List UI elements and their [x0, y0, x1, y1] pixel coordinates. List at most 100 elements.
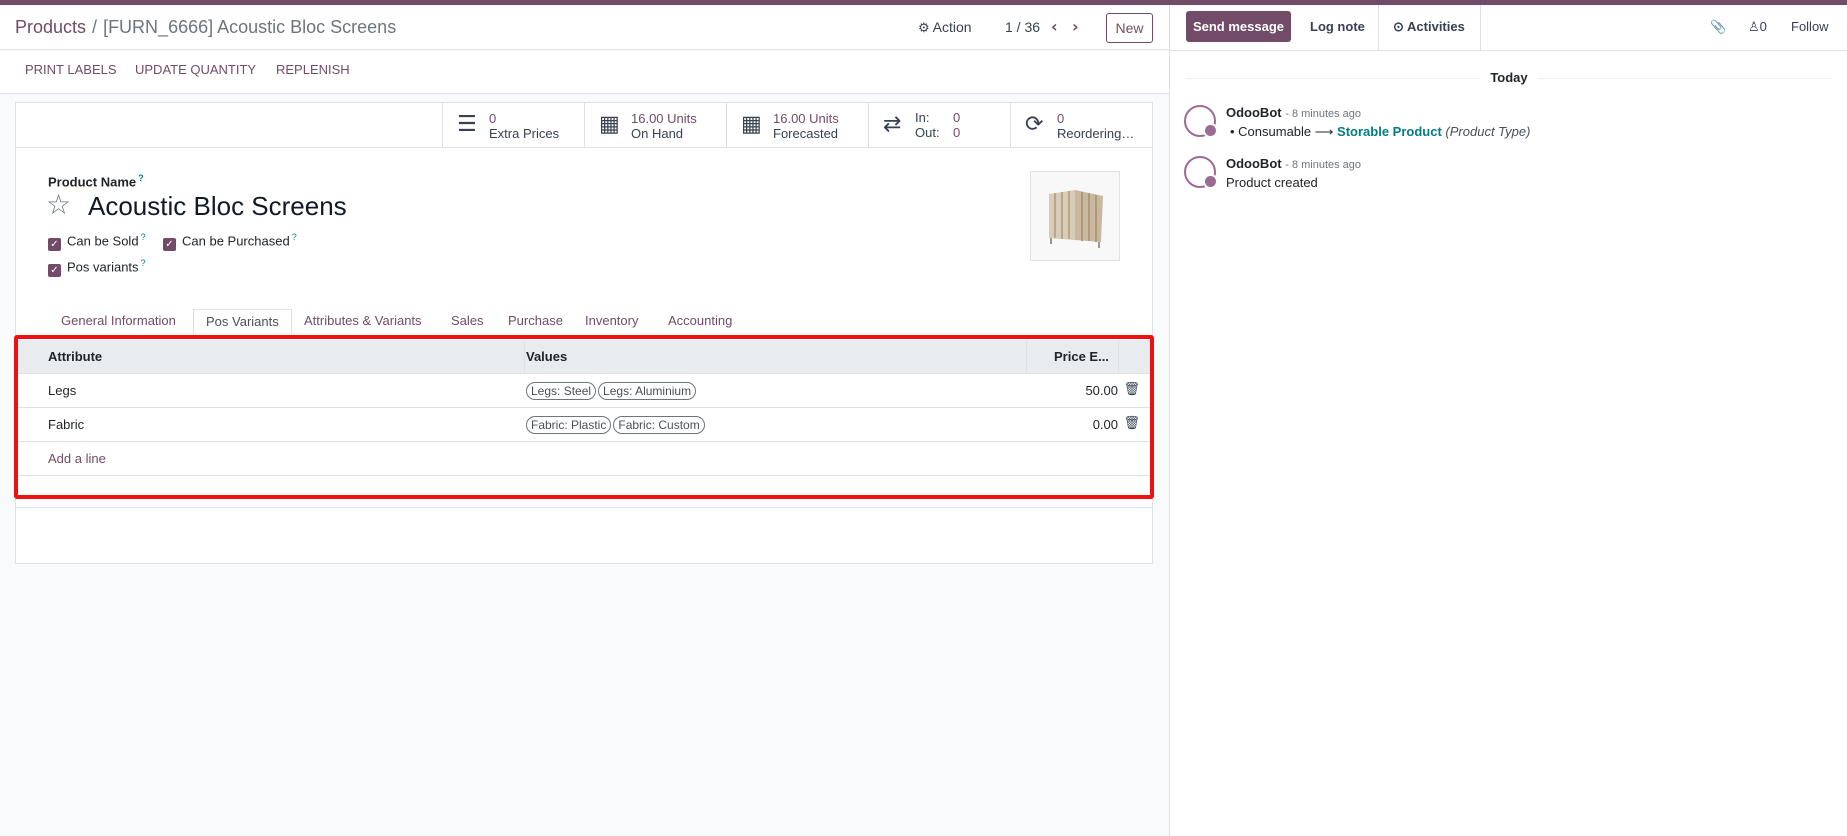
- tab-pos-variants[interactable]: Pos Variants: [193, 309, 292, 335]
- list-icon: ☰: [457, 112, 477, 137]
- attribute-cell: Fabric: [48, 417, 85, 432]
- button-box: ☰ 0 Extra Prices ▦ 16.00 Units On Hand ▦…: [16, 103, 1152, 148]
- favorite-star-icon[interactable]: ☆: [46, 191, 71, 219]
- on-hand-label: On Hand: [631, 126, 684, 141]
- message-author: OdooBot - 8 minutes ago: [1226, 105, 1362, 120]
- table-row[interactable]: Legs Legs: Steel Legs: Aluminium 50.00 🗑: [18, 374, 1154, 408]
- refresh-icon: ⟳: [1025, 112, 1044, 137]
- in-value: 0: [953, 110, 961, 125]
- activities-button[interactable]: ⊙ Activities: [1378, 5, 1481, 51]
- can-be-purchased-checkbox[interactable]: ✓ Can be Purchased?: [163, 232, 297, 252]
- tab-purchase[interactable]: Purchase: [508, 309, 563, 335]
- in-label: In:: [915, 110, 930, 125]
- values-cell[interactable]: Fabric: Plastic Fabric: Custom: [526, 416, 707, 434]
- value-tag[interactable]: Legs: Aluminium: [598, 382, 697, 400]
- values-cell[interactable]: Legs: Steel Legs: Aluminium: [526, 382, 698, 400]
- value-tag[interactable]: Fabric: Plastic: [526, 416, 612, 434]
- value-tag[interactable]: Fabric: Custom: [613, 416, 705, 434]
- breadcrumb-separator: /: [92, 17, 98, 37]
- forecasted-label: Forecasted: [773, 126, 839, 141]
- followers-count: 0: [1759, 19, 1767, 34]
- replenish-button[interactable]: REPLENISH: [276, 62, 350, 77]
- extra-prices-button[interactable]: ☰ 0 Extra Prices: [442, 103, 584, 148]
- form-statusbar: PRINT LABELS UPDATE QUANTITY REPLENISH: [0, 51, 1169, 94]
- check-icon: ✓: [48, 264, 61, 278]
- in-out-button[interactable]: ⇄ In: 0 Out: 0: [868, 103, 1010, 148]
- send-message-button[interactable]: Send message: [1186, 11, 1291, 42]
- print-labels-button[interactable]: PRINT LABELS: [25, 62, 117, 77]
- followers-button[interactable]: ♙0: [1748, 19, 1767, 35]
- price-extra-cell: 0.00: [1092, 417, 1118, 432]
- column-divider: [524, 340, 525, 374]
- column-divider: [1026, 340, 1027, 374]
- reordering-count: 0: [1057, 111, 1065, 126]
- arrow-right-icon: ⟶: [1314, 124, 1338, 139]
- paperclip-icon[interactable]: 📎: [1710, 19, 1726, 35]
- help-icon[interactable]: ?: [141, 232, 146, 242]
- trash-icon[interactable]: 🗑: [1123, 416, 1140, 431]
- cubes-icon: ▦: [741, 112, 762, 137]
- message-author: OdooBot - 8 minutes ago: [1226, 156, 1362, 171]
- tab-general-information[interactable]: General Information: [61, 309, 176, 335]
- pager-previous-icon[interactable]: ‹: [1051, 17, 1058, 36]
- pos-variants-checkbox[interactable]: ✓ Pos variants?: [48, 258, 146, 278]
- tab-sales[interactable]: Sales: [451, 309, 484, 335]
- can-be-sold-checkbox[interactable]: ✓ Can be Sold?: [48, 232, 146, 252]
- tab-inventory[interactable]: Inventory: [585, 309, 638, 335]
- breadcrumb-current: [FURN_6666] Acoustic Bloc Screens: [103, 17, 397, 37]
- exchange-icon: ⇄: [883, 112, 902, 137]
- field-name: (Product Type): [1445, 124, 1531, 139]
- product-name-label: Product Name?: [48, 173, 144, 190]
- form-sheet: ☰ 0 Extra Prices ▦ 16.00 Units On Hand ▦…: [15, 102, 1153, 564]
- add-line-row: Add a line: [18, 442, 1154, 476]
- date-separator: Today: [1170, 70, 1847, 85]
- pager-next-icon[interactable]: ›: [1072, 17, 1079, 36]
- forecasted-value: 16.00 Units: [773, 111, 839, 126]
- forecasted-button[interactable]: ▦ 16.00 Units Forecasted: [726, 103, 868, 148]
- new-button[interactable]: New: [1106, 13, 1153, 43]
- new-value: Storable Product: [1337, 124, 1442, 139]
- table-row[interactable]: Fabric Fabric: Plastic Fabric: Custom 0.0…: [18, 408, 1154, 442]
- value-tag[interactable]: Legs: Steel: [526, 382, 597, 400]
- price-extra-cell: 50.00: [1085, 383, 1118, 398]
- trash-icon[interactable]: 🗑: [1123, 382, 1140, 397]
- action-button[interactable]: ⚙ Action: [918, 19, 972, 36]
- breadcrumb-products-link[interactable]: Products: [15, 17, 86, 37]
- column-attribute[interactable]: Attribute: [48, 349, 102, 364]
- old-value: Consumable: [1238, 124, 1312, 139]
- tracking-value: • Consumable ⟶ Storable Product (Product…: [1230, 124, 1531, 139]
- column-price-extra[interactable]: Price E...: [1054, 349, 1109, 364]
- extra-prices-label: Extra Prices: [489, 126, 560, 141]
- update-quantity-button[interactable]: UPDATE QUANTITY: [135, 62, 256, 77]
- tab-accounting[interactable]: Accounting: [668, 309, 732, 335]
- follow-button[interactable]: Follow: [1791, 19, 1829, 34]
- breadcrumb: Products / [FURN_6666] Acoustic Bloc Scree…: [15, 17, 396, 38]
- help-icon[interactable]: ?: [141, 258, 146, 268]
- form-view: Products / [FURN_6666] Acoustic Bloc Scree…: [0, 5, 1169, 836]
- pager-value[interactable]: 1 / 36: [1005, 19, 1040, 35]
- help-icon[interactable]: ?: [138, 173, 144, 183]
- cubes-icon: ▦: [599, 112, 620, 137]
- check-icon: ✓: [48, 238, 61, 252]
- add-line-link[interactable]: Add a line: [48, 451, 106, 466]
- odoobot-avatar[interactable]: [1184, 156, 1218, 189]
- pos-variants-table: Attribute Values Price E... Legs Legs: S…: [18, 340, 1154, 476]
- extra-prices-count: 0: [489, 111, 497, 126]
- odoobot-avatar[interactable]: [1184, 105, 1218, 138]
- activities-label: Activities: [1407, 19, 1465, 34]
- table-header: Attribute Values Price E...: [18, 340, 1154, 374]
- out-value: 0: [953, 125, 961, 140]
- attribute-cell: Legs: [48, 383, 77, 398]
- product-image[interactable]: [1030, 171, 1120, 261]
- on-hand-button[interactable]: ▦ 16.00 Units On Hand: [584, 103, 726, 148]
- tab-attributes-variants[interactable]: Attributes & Variants: [304, 309, 422, 335]
- product-name-field[interactable]: Acoustic Bloc Screens: [88, 191, 347, 222]
- control-panel: Products / [FURN_6666] Acoustic Bloc Scree…: [0, 5, 1169, 50]
- log-note-button[interactable]: Log note: [1310, 19, 1365, 34]
- message-date: - 8 minutes ago: [1285, 108, 1362, 120]
- reordering-button[interactable]: ⟳ 0 Reordering…: [1010, 103, 1152, 148]
- on-hand-value: 16.00 Units: [631, 111, 697, 126]
- column-values[interactable]: Values: [526, 349, 567, 364]
- form-sheet-footer: [15, 507, 1153, 564]
- help-icon[interactable]: ?: [292, 232, 297, 242]
